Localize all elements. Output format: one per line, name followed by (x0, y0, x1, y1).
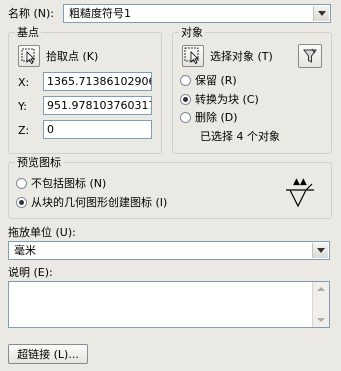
delete-label: 删除 (D) (195, 111, 238, 124)
description-label: 说明 (E): (8, 266, 53, 279)
units-dropdown-arrow[interactable] (312, 243, 328, 258)
pick-point-icon-button[interactable] (18, 45, 40, 67)
name-value: 粗糙度符号1 (69, 7, 131, 20)
quick-select-button[interactable] (298, 44, 322, 68)
x-label: X: (18, 76, 30, 89)
objects-title: 对象 (179, 26, 205, 39)
chevron-down-icon (317, 11, 326, 16)
delete-radio[interactable] (180, 112, 191, 123)
name-label: 名称 (N): (8, 7, 55, 20)
block-preview-icon: ▲▲ (286, 177, 314, 208)
retain-radio[interactable] (180, 75, 191, 86)
name-combobox[interactable]: 粗糙度符号1 (63, 4, 331, 23)
pick-point-icon (21, 48, 35, 65)
hyperlink-button-label: 超链接 (L)... (17, 347, 79, 361)
base-point-title: 基点 (15, 26, 41, 39)
description-scrollbar[interactable] (312, 282, 329, 327)
no-icon-label: 不包括图标 (N) (31, 177, 107, 190)
convert-to-block-radio[interactable] (180, 94, 191, 105)
convert-to-block-label: 转换为块 (C) (195, 93, 259, 106)
svg-text:▲▲: ▲▲ (293, 177, 307, 187)
selected-count-text: 已选择 4 个对象 (200, 130, 280, 143)
select-objects-button-label[interactable]: 选择对象 (T) (210, 50, 273, 63)
units-value: 毫米 (14, 244, 36, 257)
create-icon-label: 从块的几何图形创建图标 (I) (31, 196, 168, 209)
x-field[interactable]: 1365.713861029066 (43, 72, 152, 91)
description-textarea[interactable] (8, 281, 330, 328)
hyperlink-button[interactable]: 超链接 (L)... (8, 344, 88, 364)
select-objects-icon-button[interactable] (182, 45, 204, 67)
y-label: Y: (18, 100, 27, 113)
z-label: Z: (18, 124, 30, 137)
create-icon-radio[interactable] (16, 197, 27, 208)
name-dropdown-arrow[interactable] (313, 6, 329, 21)
quick-select-filter-icon (303, 48, 317, 63)
no-icon-radio[interactable] (16, 178, 27, 189)
pick-point-button-label[interactable]: 拾取点 (K) (46, 50, 98, 63)
z-field[interactable]: 0 (43, 120, 152, 139)
chevron-down-icon (316, 248, 325, 253)
preview-icon-title: 预览图标 (15, 156, 63, 169)
scroll-down-icon[interactable] (317, 318, 325, 322)
retain-label: 保留 (R) (195, 74, 237, 87)
y-field[interactable]: 951.978103760317 (43, 96, 152, 115)
select-objects-icon (184, 47, 199, 65)
scroll-up-icon[interactable] (317, 287, 325, 291)
units-combobox[interactable]: 毫米 (8, 241, 330, 260)
units-label: 拖放单位 (U): (8, 226, 76, 239)
